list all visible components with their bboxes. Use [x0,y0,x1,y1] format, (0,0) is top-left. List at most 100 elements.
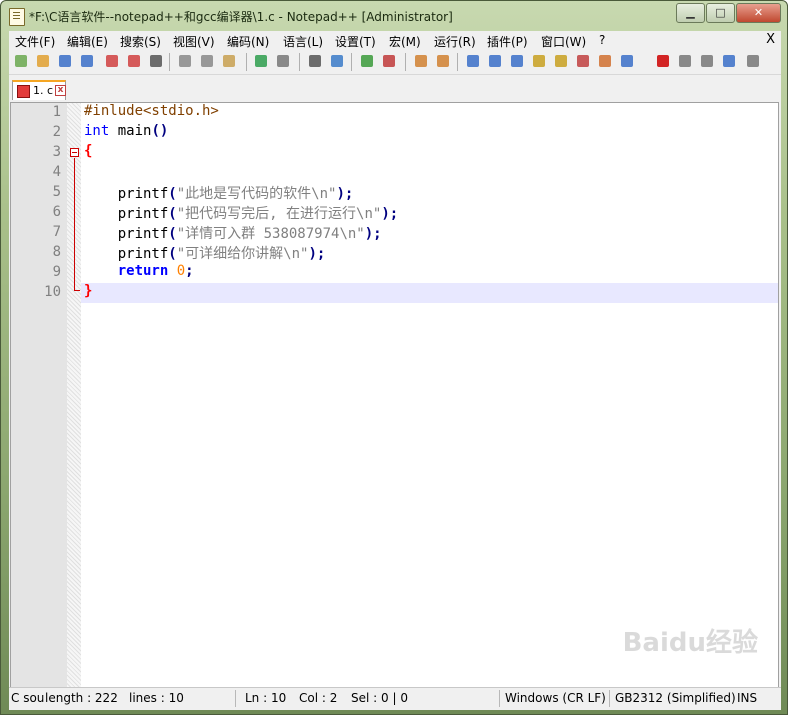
line-number: 4 [52,164,61,180]
menu-language[interactable]: 语言(L) [283,33,323,50]
tab-bar: 1. c x [9,76,781,101]
code-editor[interactable]: 1 2 3 4 5 6 7 8 9 10 #inlude<stdio.h> in… [10,102,779,688]
notepad-app-icon [9,8,25,26]
status-selection: Sel : 0 | 0 [351,691,408,705]
menu-file[interactable]: 文件(F) [15,33,55,50]
string-literal: "详情可入群 538087974\n" [176,226,365,242]
status-separator [499,690,500,707]
line-number: 1 [52,104,61,120]
maximize-button[interactable]: □ [706,3,735,23]
menu-plugins[interactable]: 插件(P) [487,33,528,50]
indent-guide-icon[interactable] [509,53,525,69]
status-encoding[interactable]: GB2312 (Simplified) [615,691,736,705]
menu-bar: 文件(F) 编辑(E) 搜索(S) 视图(V) 编码(N) 语言(L) 设置(T… [9,31,781,50]
menu-run[interactable]: 运行(R) [434,33,476,50]
parentheses: () [151,123,169,139]
minimize-button[interactable]: ▁ [676,3,705,23]
folder-workspace-icon[interactable] [597,53,613,69]
menu-edit[interactable]: 编辑(E) [67,33,108,50]
close-all-icon[interactable] [126,53,142,69]
doc-map-icon[interactable] [553,53,569,69]
find-icon[interactable] [307,53,323,69]
stop-record-icon[interactable] [677,53,693,69]
number-literal: 0 [168,263,186,279]
close-paren-semicolon: ); [336,186,354,202]
cut-icon[interactable] [177,53,193,69]
redo-icon[interactable] [275,53,291,69]
new-file-icon[interactable] [13,53,29,69]
window-controls: ▁ □ ✕ [675,3,781,23]
show-all-chars-icon[interactable] [487,53,503,69]
sync-vertical-icon[interactable] [413,53,429,69]
open-paren: ( [168,186,177,202]
tab-1-c[interactable]: 1. c x [12,80,66,100]
zoom-in-icon[interactable] [359,53,375,69]
open-file-icon[interactable] [35,53,51,69]
menu-help[interactable]: ? [599,33,605,47]
baidu-watermark: Baidu经验 [622,628,758,658]
menu-settings[interactable]: 设置(T) [335,33,376,50]
menu-window[interactable]: 窗口(W) [541,33,586,50]
run-macro-multiple-icon[interactable] [721,53,737,69]
code-text: return 0; [84,263,194,279]
status-separator [609,690,610,707]
sync-horizontal-icon[interactable] [435,53,451,69]
close-icon[interactable] [104,53,120,69]
monitoring-icon[interactable] [619,53,635,69]
code-text-area[interactable]: #inlude<stdio.h> int main() { printf("此地… [81,103,778,687]
toolbar-separator [351,53,352,71]
save-icon[interactable] [57,53,73,69]
open-paren: ( [168,226,177,242]
line-number-gutter: 1 2 3 4 5 6 7 8 9 10 [11,103,67,687]
semicolon: ; [185,263,194,279]
type-keyword: int [84,123,110,139]
string-literal: "把代码写完后, 在进行运行\n" [176,206,382,222]
close-document-button[interactable]: X [766,32,775,47]
menu-macro[interactable]: 宏(M) [389,33,421,50]
string-literal: "可详细给你讲解\n" [176,246,309,262]
function-call: printf [84,206,169,222]
play-macro-icon[interactable] [699,53,715,69]
line-number: 8 [52,244,61,260]
record-macro-icon[interactable] [655,53,671,69]
function-name: main [109,123,152,139]
close-window-button[interactable]: ✕ [736,3,781,23]
paste-icon[interactable] [221,53,237,69]
menu-search[interactable]: 搜索(S) [120,33,161,50]
function-call: printf [84,246,169,262]
close-paren-semicolon: ); [308,246,326,262]
code-text: printf("把代码写完后, 在进行运行\n"); [84,203,398,223]
code-line: printf("把代码写完后, 在进行运行\n"); [81,203,778,223]
save-macro-icon[interactable] [745,53,761,69]
print-icon[interactable] [148,53,164,69]
fold-collapse-icon[interactable] [70,148,79,157]
tab-close-icon[interactable]: x [55,85,66,96]
toolbar [9,50,781,75]
replace-icon[interactable] [329,53,345,69]
zoom-out-icon[interactable] [381,53,397,69]
line-number: 7 [52,224,61,240]
save-all-icon[interactable] [79,53,95,69]
function-list-icon[interactable] [575,53,591,69]
string-literal: "此地是写代码的软件\n" [176,186,337,202]
status-line-number: Ln : 10 [245,691,287,705]
line-number: 2 [52,124,61,140]
code-line: return 0; [81,263,778,283]
fold-end-marker [74,290,80,291]
udl-icon[interactable] [531,53,547,69]
unsaved-file-icon [17,85,30,98]
toolbar-separator [246,53,247,71]
open-brace: { [84,143,93,159]
fold-guide-line [74,158,75,290]
code-line: printf("此地是写代码的软件\n"); [81,183,778,203]
menu-encoding[interactable]: 编码(N) [227,33,269,50]
word-wrap-icon[interactable] [465,53,481,69]
menu-view[interactable]: 视图(V) [173,33,215,50]
status-eol-format[interactable]: Windows (CR LF) [505,691,606,705]
toolbar-separator [457,53,458,71]
undo-icon[interactable] [253,53,269,69]
tab-label: 1. c [33,84,54,97]
copy-icon[interactable] [199,53,215,69]
code-text: printf("可详细给你讲解\n"); [84,243,326,263]
title-bar[interactable]: *F:\C语言软件--notepad++和gcc编译器\1.c - Notepa… [1,1,788,31]
